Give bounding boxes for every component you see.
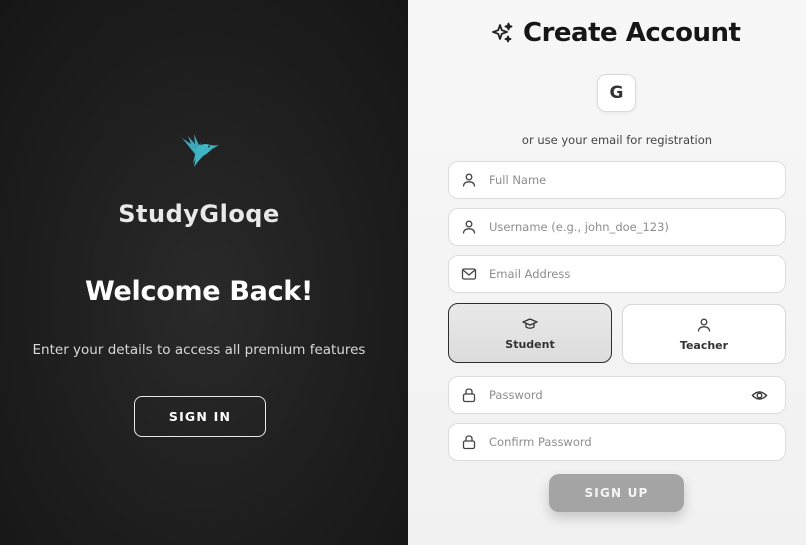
password-field bbox=[448, 376, 786, 414]
email-input[interactable] bbox=[489, 256, 785, 292]
full-name-field bbox=[448, 161, 786, 199]
sign-in-button[interactable]: SIGN IN bbox=[134, 396, 266, 437]
role-teacher-label: Teacher bbox=[679, 338, 729, 352]
full-name-input[interactable] bbox=[489, 162, 785, 198]
sign-up-button[interactable]: SIGN UP bbox=[549, 474, 684, 512]
welcome-panel: StudyGloqe Welcome Back! Enter your deta… bbox=[0, 0, 408, 545]
user-icon bbox=[697, 318, 711, 332]
mail-icon bbox=[461, 266, 477, 282]
google-icon: G bbox=[609, 83, 624, 103]
welcome-heading: Welcome Back! bbox=[85, 276, 313, 307]
role-student-option[interactable]: Student bbox=[448, 303, 612, 363]
role-student-label: Student bbox=[505, 337, 555, 351]
graduation-cap-icon bbox=[522, 317, 538, 329]
welcome-subtitle: Enter your details to access all premium… bbox=[32, 342, 366, 358]
google-signup-button[interactable]: G bbox=[597, 74, 636, 112]
username-input[interactable] bbox=[489, 209, 785, 245]
registration-panel: Create Account G or use your email for r… bbox=[408, 0, 806, 545]
divider-text: or use your email for registration bbox=[521, 133, 713, 147]
user-icon bbox=[461, 219, 477, 235]
brand-name: StudyGloqe bbox=[118, 200, 280, 228]
form-header: Create Account bbox=[490, 16, 741, 50]
hummingbird-icon bbox=[182, 134, 219, 167]
role-teacher-option[interactable]: Teacher bbox=[622, 304, 786, 364]
sparkles-icon bbox=[492, 22, 513, 43]
user-icon bbox=[461, 172, 477, 188]
email-field bbox=[448, 255, 786, 293]
password-input[interactable] bbox=[489, 377, 751, 413]
lock-icon bbox=[461, 387, 477, 403]
lock-icon bbox=[461, 434, 477, 450]
confirm-password-field bbox=[448, 423, 786, 461]
page-title: Create Account bbox=[523, 18, 741, 48]
username-field bbox=[448, 208, 786, 246]
confirm-password-input[interactable] bbox=[489, 424, 785, 460]
eye-icon[interactable] bbox=[751, 386, 769, 404]
